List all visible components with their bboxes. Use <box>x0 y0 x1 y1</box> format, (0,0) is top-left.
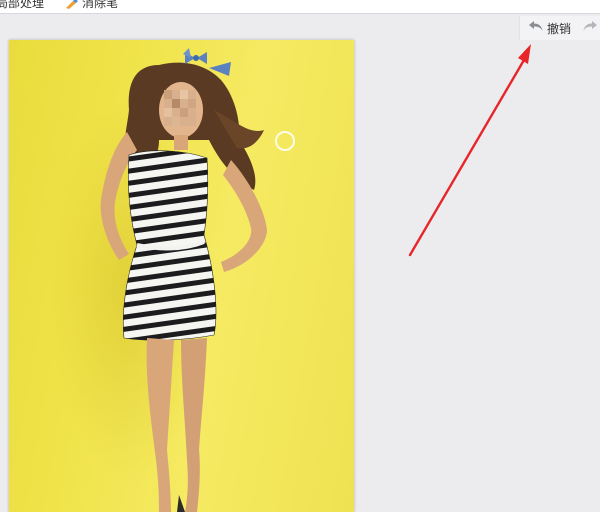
undo-button[interactable]: 撤销 <box>522 17 577 39</box>
eraser-brush-icon <box>64 0 78 9</box>
menu-item-label: 局部处理 <box>0 0 45 10</box>
redo-button[interactable] <box>582 17 600 39</box>
redo-arrow-icon <box>582 19 598 38</box>
undo-label: 撤销 <box>547 21 572 36</box>
circle-cursor-icon <box>275 131 295 151</box>
menu-item-label: 消除笔 <box>82 0 119 10</box>
menu-item-local-processing[interactable]: 局部处理 <box>0 0 44 11</box>
menu-item-eraser[interactable]: 消除笔 <box>64 0 118 11</box>
top-menu-bar: 局部处理 消除笔 <box>0 0 600 14</box>
undo-arrow-icon <box>528 20 544 37</box>
photo-canvas[interactable] <box>9 40 354 512</box>
